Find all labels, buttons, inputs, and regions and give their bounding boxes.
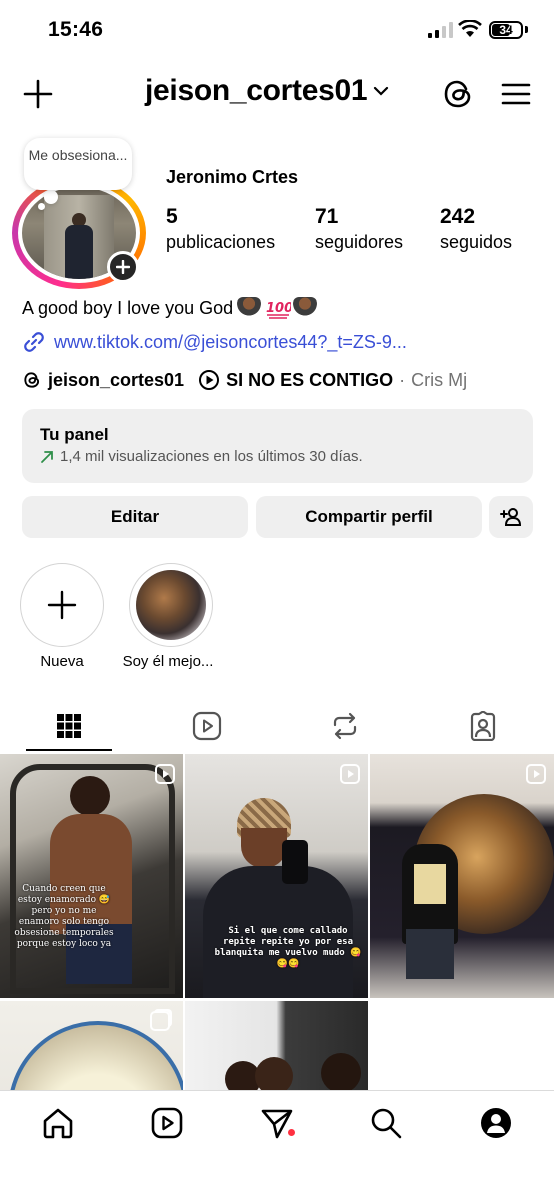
post-caption: Si el que come callado repite repite yo … [214, 926, 362, 969]
nav-reels[interactable] [147, 1103, 187, 1143]
stat-label: publicaciones [166, 232, 276, 252]
note-text: Me obsesiona... [28, 147, 128, 163]
music-title[interactable]: SI NO ES CONTIGO [226, 370, 393, 391]
trend-up-icon [41, 450, 53, 463]
menu-icon[interactable] [499, 78, 533, 110]
bio: A good boy I love you God 100 [22, 297, 318, 319]
posts-grid: Cuando creen que estoy enamorado 😅 pero … [0, 754, 554, 1090]
stat-followers[interactable]: 71 seguidores [315, 204, 403, 254]
reel-icon [526, 764, 546, 784]
create-plus-icon[interactable] [20, 76, 56, 112]
post-caption: Cuando creen que estoy enamorado 😅 pero … [14, 884, 114, 949]
highlight-circle [20, 563, 104, 647]
stat-value: 71 [315, 205, 339, 228]
bio-text: A good boy I love you God [22, 297, 234, 318]
threads-icon[interactable] [440, 76, 476, 112]
professional-dashboard[interactable]: Tu panel 1,4 mil visualizaciones en los … [22, 409, 533, 483]
music-artist: Cris Mj [411, 369, 468, 390]
reels-icon [151, 1107, 183, 1139]
status-bar: 15:46 34 [0, 0, 554, 60]
link-text: www.tiktok.com/@jeisoncortes44?_t=ZS-9..… [54, 331, 407, 352]
note-bubble[interactable]: Me obsesiona... [24, 138, 132, 190]
svg-text:100: 100 [266, 301, 291, 316]
stat-value: 242 [440, 205, 476, 228]
highlight-thumbnail [136, 570, 206, 640]
home-icon [43, 1108, 73, 1139]
music-play-icon [199, 370, 220, 390]
edit-profile-label: Editar [110, 507, 160, 526]
profile-tabs [0, 700, 554, 752]
discover-people-button[interactable] [489, 496, 533, 538]
stat-following[interactable]: 242 seguidos [440, 204, 512, 254]
bottom-navigation [0, 1090, 554, 1200]
tagged-icon [470, 711, 496, 741]
share-profile-button[interactable]: Compartir perfil [256, 496, 482, 538]
music-separator: · [399, 369, 406, 390]
highlight-label: Soy él mejo... [122, 653, 214, 670]
panel-subtitle: 1,4 mil visualizaciones en los últimos 3… [60, 448, 363, 465]
reels-icon [192, 711, 222, 741]
username: jeison_cortes01 [145, 74, 368, 107]
chevron-down-icon [374, 86, 389, 96]
post-tile[interactable] [370, 754, 554, 998]
carousel-icon [150, 1011, 170, 1031]
profile-link[interactable]: www.tiktok.com/@jeisoncortes44?_t=ZS-9..… [22, 330, 407, 354]
nav-messages[interactable] [257, 1103, 297, 1143]
tab-tagged[interactable] [463, 708, 503, 744]
post-tile[interactable] [0, 1001, 183, 1090]
grid-icon [57, 714, 81, 738]
reel-icon [340, 764, 360, 784]
post-tile[interactable]: Si el que come callado repite repite yo … [185, 754, 368, 998]
post-tile[interactable]: Cuando creen que estoy enamorado 😅 pero … [0, 754, 183, 998]
stat-posts[interactable]: 5 publicaciones [166, 204, 275, 254]
plus-icon [47, 590, 77, 620]
highlight-label: Nueva [40, 653, 84, 670]
edit-profile-button[interactable]: Editar [22, 496, 248, 538]
display-name: Jeronimo Crtes [166, 167, 299, 187]
add-story-button[interactable] [107, 251, 139, 283]
threads-link[interactable]: jeison_cortes01 [48, 370, 184, 391]
stat-label: seguidores [315, 232, 404, 252]
battery-level: 34 [499, 23, 513, 37]
active-tab-indicator [26, 749, 112, 751]
nav-profile[interactable] [476, 1103, 516, 1143]
stat-label: seguidos [440, 232, 513, 252]
person-bowing-emoji [237, 297, 262, 319]
highlight-item[interactable]: Soy él mejo... [123, 563, 214, 670]
account-switcher[interactable]: jeison_cortes01 [145, 74, 389, 108]
search-icon [371, 1108, 402, 1139]
status-time: 15:46 [48, 18, 104, 41]
link-icon [24, 332, 44, 352]
panel-title: Tu panel [40, 425, 109, 444]
highlight-circle [129, 563, 213, 647]
nav-home[interactable] [38, 1103, 78, 1143]
share-profile-label: Compartir perfil [305, 507, 433, 526]
battery-icon: 34 [489, 21, 523, 39]
stat-value: 5 [166, 205, 178, 228]
panel-subtitle-row: 1,4 mil visualizaciones en los últimos 3… [40, 448, 515, 465]
tab-reposts[interactable] [325, 708, 365, 744]
tab-reels[interactable] [187, 708, 227, 744]
profile-header: jeison_cortes01 [0, 66, 554, 122]
hundred-points-emoji: 100 [265, 297, 293, 319]
tab-grid[interactable] [49, 708, 89, 744]
profile-icon [481, 1108, 511, 1138]
cellular-signal-icon [428, 22, 453, 38]
person-bowing-emoji [293, 297, 318, 319]
threads-icon [24, 372, 40, 388]
wifi-icon [458, 20, 482, 37]
add-person-icon [500, 508, 522, 526]
reel-icon [155, 764, 175, 784]
highlight-new[interactable]: Nueva [19, 563, 105, 670]
nav-search[interactable] [366, 1103, 406, 1143]
threads-music-row: jeison_cortes01 SI NO ES CONTIGO · Cris … [22, 369, 467, 391]
notification-dot [288, 1129, 295, 1136]
reposts-icon [333, 712, 357, 740]
plus-icon [116, 260, 130, 274]
post-tile[interactable] [185, 1001, 368, 1090]
